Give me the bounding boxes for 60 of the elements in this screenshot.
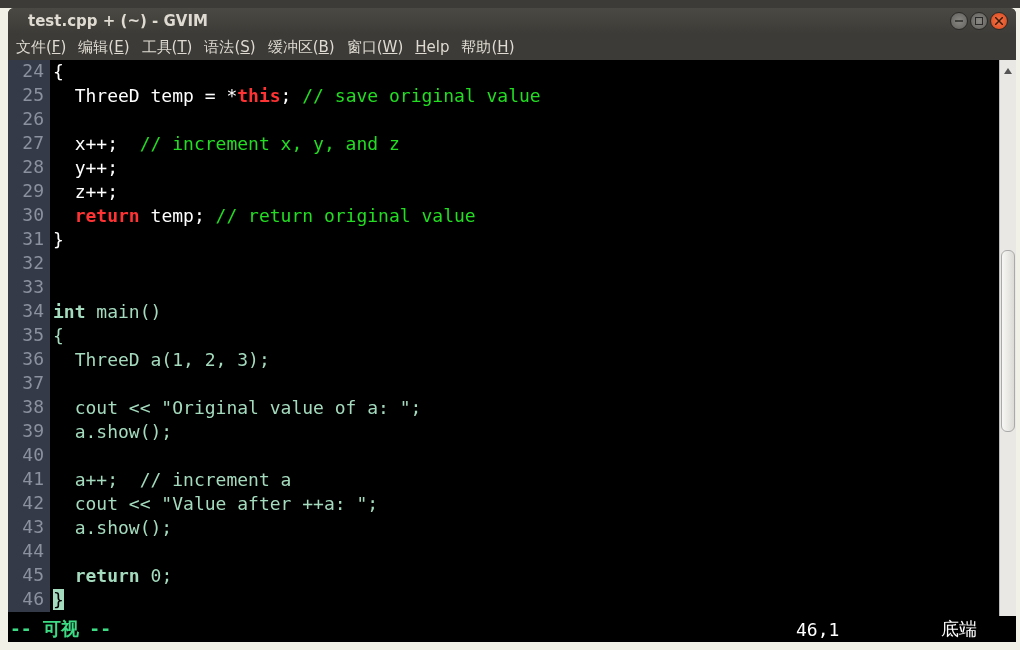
line-number: 42	[8, 492, 50, 516]
cursor-position: 46,1	[796, 618, 841, 640]
line-number: 29	[8, 180, 50, 204]
code-line: {	[52, 60, 64, 84]
code-line: a.show();	[73, 420, 173, 444]
menu-item[interactable]: Help	[409, 35, 456, 59]
menu-item[interactable]: 窗口(W)	[340, 35, 410, 59]
maximize-button[interactable]	[970, 12, 988, 30]
code-line: }	[52, 228, 64, 252]
code-line: a++; // increment a	[73, 468, 292, 492]
close-button[interactable]	[990, 12, 1008, 30]
line-number: 36	[8, 348, 50, 372]
scrollbar-thumb[interactable]	[1001, 250, 1015, 432]
code-line: return 0;	[73, 564, 173, 588]
line-number: 46	[8, 588, 50, 612]
line-number: 44	[8, 540, 50, 564]
line-number: 24	[8, 60, 50, 84]
line-number: 37	[8, 372, 50, 396]
minimize-button[interactable]	[950, 12, 968, 30]
scrollbar[interactable]	[999, 60, 1016, 616]
code-line: ThreeD temp = *this; // save original value	[73, 84, 541, 108]
line-number: 45	[8, 564, 50, 588]
line-number: 38	[8, 396, 50, 420]
code-line: {	[52, 324, 64, 348]
line-number: 43	[8, 516, 50, 540]
code-line: return temp; // return original value	[73, 204, 476, 228]
menu-item[interactable]: 文件(F)	[10, 35, 73, 59]
line-number: 32	[8, 252, 50, 276]
line-number: 33	[8, 276, 50, 300]
menu-item[interactable]: 语法(S)	[198, 35, 262, 59]
menu-item[interactable]: 工具(T)	[135, 35, 199, 59]
menu-item[interactable]: 帮助(H)	[455, 35, 521, 59]
menu-item[interactable]: 编辑(E)	[72, 35, 136, 59]
scroll-position: 底端	[941, 617, 978, 641]
line-number: 41	[8, 468, 50, 492]
line-number: 27	[8, 132, 50, 156]
line-number: 25	[8, 84, 50, 108]
line-number: 31	[8, 228, 50, 252]
square-icon	[975, 17, 983, 25]
line-number: 28	[8, 156, 50, 180]
code-line: y++;	[73, 156, 119, 180]
line-number: 30	[8, 204, 50, 228]
code-line: z++;	[73, 180, 119, 204]
code-line: x++; // increment x, y, and z	[73, 132, 400, 156]
minus-icon	[955, 20, 963, 22]
line-number: 39	[8, 420, 50, 444]
line-number: 35	[8, 324, 50, 348]
code-line: int main()	[52, 300, 162, 324]
code-line: a.show();	[73, 516, 173, 540]
mode-indicator: -- 可视 --	[9, 617, 113, 641]
code-line: cout << "Original value of a: ";	[73, 396, 422, 420]
menu-item[interactable]: 缓冲区(B)	[261, 35, 341, 59]
code-line: cout << "Value after ++a: ";	[73, 492, 379, 516]
line-number: 26	[8, 108, 50, 132]
up-arrow-icon[interactable]	[1004, 68, 1012, 74]
close-icon	[995, 17, 1003, 25]
line-number: 40	[8, 444, 50, 468]
window-title: test.cpp + (~) - GVIM	[28, 12, 209, 30]
code-line: ThreeD a(1, 2, 3);	[73, 348, 270, 372]
line-number: 34	[8, 300, 50, 324]
